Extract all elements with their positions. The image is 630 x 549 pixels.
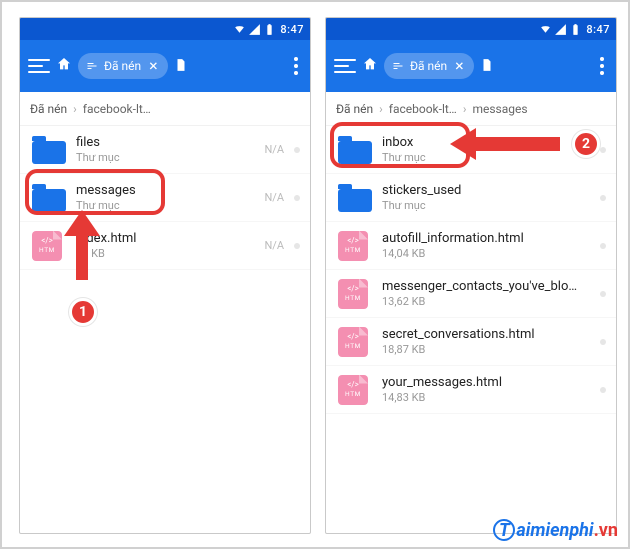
crumb-seg[interactable]: facebook-lt… — [389, 102, 457, 116]
list-item[interactable]: </>HTM your_messages.html14,83 KB — [326, 366, 616, 414]
chevron-right-icon: › — [379, 102, 383, 116]
chevron-right-icon: › — [73, 102, 77, 116]
row-indicator — [600, 243, 606, 249]
watermark-cap: T — [493, 519, 515, 541]
page-icon[interactable] — [174, 57, 188, 76]
step-number: 1 — [79, 304, 87, 320]
watermark-suffix: .vn — [594, 520, 618, 541]
file-sub: Thư mục — [382, 151, 590, 164]
breadcrumb: Đã nén › facebook-lt… › messages — [326, 92, 616, 126]
crumb-seg[interactable]: Đã nén — [336, 102, 373, 116]
file-name: your_messages.html — [382, 375, 590, 390]
file-sub: 60 KB — [76, 247, 258, 260]
file-name: messages — [76, 183, 258, 198]
file-list: inboxThư mục stickers_usedThư mục </>HTM… — [326, 126, 616, 533]
folder-icon — [338, 181, 372, 215]
row-indicator — [294, 195, 300, 201]
file-name: inbox — [382, 135, 590, 150]
phone-frame-right: 8:47 Đã nén × Đã nén › facebook-lt… › me… — [325, 17, 617, 534]
file-name: autofill_information.html — [382, 231, 590, 246]
file-meta: N/A — [264, 191, 284, 204]
list-item[interactable]: </>HTM secret_conversations.html18,87 KB — [326, 318, 616, 366]
file-name: files — [76, 135, 258, 150]
file-name: index.html — [76, 231, 258, 246]
crumb-seg[interactable]: messages — [472, 102, 527, 116]
file-sub: 14,83 KB — [382, 391, 590, 404]
html-file-icon: </>HTM — [32, 229, 66, 263]
status-time: 8:47 — [280, 23, 304, 36]
file-meta: N/A — [264, 239, 284, 252]
file-name: secret_conversations.html — [382, 327, 590, 342]
menu-icon[interactable] — [28, 59, 50, 73]
html-file-icon: </>HTM — [338, 229, 372, 263]
crumb-seg[interactable]: Đã nén — [30, 102, 67, 116]
row-indicator — [600, 387, 606, 393]
file-sub: 14,04 KB — [382, 247, 590, 260]
wifi-icon — [233, 23, 246, 36]
step-number: 2 — [582, 136, 590, 152]
list-item[interactable]: filesThư mục N/A — [20, 126, 310, 174]
watermark-text: aimienphi — [516, 520, 593, 541]
chevron-right-icon: › — [463, 102, 467, 116]
path-pill[interactable]: Đã nén × — [78, 53, 168, 79]
page-icon[interactable] — [480, 57, 494, 76]
row-indicator — [600, 339, 606, 345]
file-name: messenger_contacts_you've_blo… — [382, 279, 590, 294]
html-file-icon: </>HTM — [338, 373, 372, 407]
html-file-icon: </>HTM — [338, 277, 372, 311]
file-list: filesThư mục N/A messagesThư mục N/A </>… — [20, 126, 310, 533]
status-time: 8:47 — [586, 23, 610, 36]
status-bar: 8:47 — [20, 18, 310, 40]
wifi-icon — [539, 23, 552, 36]
row-indicator — [294, 243, 300, 249]
menu-icon[interactable] — [334, 59, 356, 73]
row-indicator — [600, 195, 606, 201]
file-sub: Thư mục — [382, 199, 590, 212]
list-item[interactable]: </>HTM autofill_information.html14,04 KB — [326, 222, 616, 270]
pill-close-icon[interactable]: × — [453, 58, 466, 74]
file-sub: Thư mục — [76, 199, 258, 212]
list-item[interactable]: </>HTM messenger_contacts_you've_blo…13,… — [326, 270, 616, 318]
crumb-seg[interactable]: facebook-lt… — [83, 102, 151, 116]
signal-icon — [248, 23, 261, 36]
battery-icon — [263, 23, 276, 36]
row-indicator — [294, 147, 300, 153]
toolbar: Đã nén × — [20, 40, 310, 92]
file-meta: N/A — [264, 143, 284, 156]
tune-icon — [86, 60, 98, 72]
pill-close-icon[interactable]: × — [147, 58, 160, 74]
phone-frame-left: 8:47 Đã nén × Đã nén › facebook-lt… file… — [19, 17, 311, 534]
folder-icon — [32, 133, 66, 167]
overflow-icon[interactable] — [290, 57, 302, 75]
step-bubble-1: 1 — [69, 298, 97, 326]
file-sub: 18,87 KB — [382, 343, 590, 356]
toolbar: Đã nén × — [326, 40, 616, 92]
path-pill[interactable]: Đã nén × — [384, 53, 474, 79]
step-bubble-2: 2 — [572, 130, 600, 158]
pill-label: Đã nén — [104, 59, 141, 73]
file-sub: 13,62 KB — [382, 295, 590, 308]
file-sub: Thư mục — [76, 151, 258, 164]
folder-icon — [32, 181, 66, 215]
tune-icon — [392, 60, 404, 72]
overflow-icon[interactable] — [596, 57, 608, 75]
status-bar: 8:47 — [326, 18, 616, 40]
file-name: stickers_used — [382, 183, 590, 198]
list-item[interactable]: </>HTM index.html60 KB N/A — [20, 222, 310, 270]
list-item-messages[interactable]: messagesThư mục N/A — [20, 174, 310, 222]
home-icon[interactable] — [362, 56, 378, 76]
home-icon[interactable] — [56, 56, 72, 76]
signal-icon — [554, 23, 567, 36]
list-item[interactable]: stickers_usedThư mục — [326, 174, 616, 222]
watermark: Taimienphi.vn — [493, 519, 618, 541]
breadcrumb: Đã nén › facebook-lt… — [20, 92, 310, 126]
row-indicator — [600, 291, 606, 297]
folder-icon — [338, 133, 372, 167]
row-indicator — [600, 147, 606, 153]
html-file-icon: </>HTM — [338, 325, 372, 359]
battery-icon — [569, 23, 582, 36]
pill-label: Đã nén — [410, 59, 447, 73]
